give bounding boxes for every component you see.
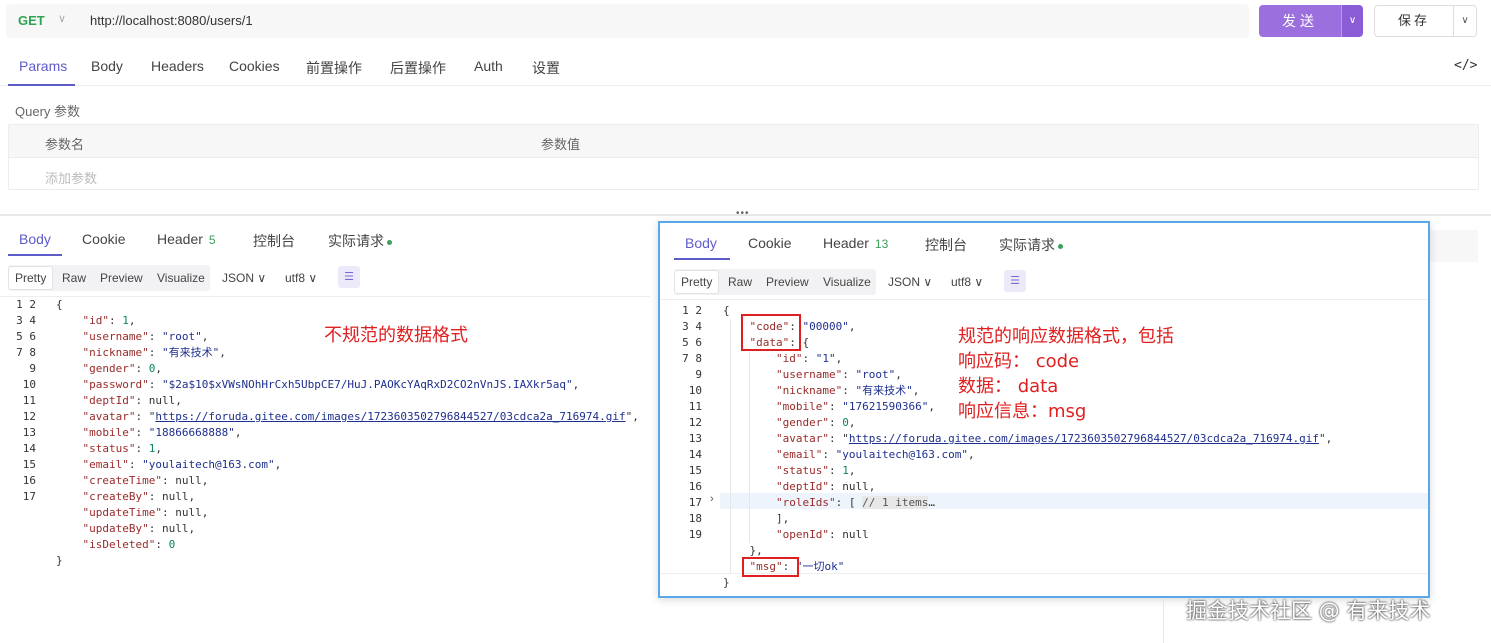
encoding-select[interactable]: utf8 ∨ — [951, 275, 983, 289]
params-table: 参数名 参数值 添加参数 — [8, 124, 1479, 190]
resp-tab-actual-label: 实际请求 — [999, 237, 1055, 253]
resp-tab-actual-label: 实际请求 — [328, 233, 384, 249]
resp-tab-cookie[interactable]: Cookie — [82, 231, 126, 247]
format-visualize[interactable]: Visualize — [157, 271, 205, 285]
encoding-select-value: utf8 — [951, 275, 972, 289]
fold-chevron-icon[interactable]: › — [710, 493, 714, 505]
params-table-header: 参数名 参数值 — [9, 125, 1478, 158]
chevron-down-icon: ∨ — [257, 271, 267, 285]
msg-highlight-box — [742, 557, 799, 577]
url-bar: GET ∨ http://localhost:8080/users/1 — [6, 4, 1249, 38]
resp-tab-header[interactable]: Header 13 — [823, 235, 888, 251]
annotation-line: 响应信息：msg — [958, 401, 1087, 422]
type-select[interactable]: JSON ∨ — [888, 275, 932, 289]
resp-tab-body[interactable]: Body — [685, 235, 717, 251]
type-select-value: JSON — [222, 271, 255, 285]
format-pretty[interactable]: Pretty — [674, 270, 720, 294]
tab-headers[interactable]: Headers — [151, 58, 204, 74]
tab-post-ops[interactable]: 后置操作 — [390, 58, 446, 78]
chevron-down-icon: ∨ — [974, 275, 984, 289]
background-panel — [1430, 230, 1478, 262]
annotation-line: 规范的响应数据格式，包括 — [958, 326, 1174, 347]
format-visualize[interactable]: Visualize — [823, 275, 871, 289]
format-raw[interactable]: Raw — [62, 271, 86, 285]
type-select[interactable]: JSON ∨ — [222, 271, 266, 285]
send-button[interactable]: 发送 — [1259, 5, 1341, 37]
format-switch: Pretty Raw Preview Visualize — [8, 265, 210, 291]
format-raw[interactable]: Raw — [728, 275, 752, 289]
annotation-standard: 规范的响应数据格式，包括 响应码： code 数据： data 响应信息：msg — [958, 324, 1174, 424]
resp-tab-console[interactable]: 控制台 — [925, 235, 967, 255]
param-name-header: 参数名 — [45, 137, 85, 152]
format-preview[interactable]: Preview — [766, 275, 809, 289]
drag-handle-icon[interactable]: ••• — [736, 208, 750, 219]
response-popup-panel: Body Cookie Header 13 控制台 实际请求 Pretty Raw… — [658, 221, 1430, 598]
divider — [1163, 598, 1164, 643]
active-tab-indicator — [8, 254, 62, 256]
active-tab-indicator — [674, 258, 730, 260]
format-pretty[interactable]: Pretty — [8, 266, 54, 290]
type-select-value: JSON — [888, 275, 921, 289]
resp-tab-actual-request[interactable]: 实际请求 — [328, 231, 392, 251]
chevron-down-icon: ∨ — [308, 271, 318, 285]
save-button[interactable]: 保存 — [1374, 5, 1454, 37]
chevron-down-icon[interactable]: ∨ — [58, 12, 66, 25]
url-input[interactable]: http://localhost:8080/users/1 — [90, 13, 253, 28]
send-options-chevron-icon[interactable]: ∨ — [1341, 5, 1363, 37]
resp-tab-actual-request[interactable]: 实际请求 — [999, 235, 1063, 255]
active-tab-indicator — [8, 84, 75, 86]
annotation-nonstandard: 不规范的数据格式 — [324, 325, 468, 346]
format-preview[interactable]: Preview — [100, 271, 143, 285]
header-count-badge: 13 — [874, 237, 889, 251]
tab-settings[interactable]: 设置 — [532, 58, 560, 78]
wrap-lines-icon[interactable]: ☰ — [338, 266, 360, 288]
annotation-line: 响应码： code — [958, 351, 1080, 372]
request-tabs: Params Body Headers Cookies 前置操作 后置操作 Au… — [0, 46, 1491, 86]
format-switch: Pretty Raw Preview Visualize — [674, 269, 876, 295]
resp-tab-header-label: Header — [823, 235, 869, 251]
resp-tab-header-label: Header — [157, 231, 203, 247]
code-icon[interactable]: </> — [1454, 58, 1477, 73]
resp-tab-console[interactable]: 控制台 — [253, 231, 295, 251]
resp-tab-cookie[interactable]: Cookie — [748, 235, 792, 251]
status-dot — [1058, 243, 1063, 249]
divider — [660, 299, 1428, 300]
tab-body[interactable]: Body — [91, 58, 123, 74]
code-data-highlight-box — [741, 314, 801, 351]
watermark: 掘金技术社区 @ 有来技术 — [1186, 599, 1431, 623]
wrap-lines-icon[interactable]: ☰ — [1004, 270, 1026, 292]
chevron-down-icon: ∨ — [923, 275, 933, 289]
query-params-label: Query 参数 — [15, 104, 81, 119]
resp-tab-header[interactable]: Header 5 — [157, 231, 216, 247]
tab-auth[interactable]: Auth — [474, 58, 503, 74]
line-numbers: 1 2 3 4 5 6 7 8 9 10 11 12 13 14 15 16 1… — [16, 298, 36, 503]
header-count-badge: 5 — [208, 233, 216, 247]
line-numbers: 1 2 3 4 5 6 7 8 9 10 11 12 13 14 15 16 1… — [682, 304, 702, 541]
save-options-chevron-icon[interactable]: ∨ — [1454, 5, 1477, 37]
annotation-line: 数据： data — [958, 376, 1059, 397]
encoding-select[interactable]: utf8 ∨ — [285, 271, 317, 285]
method-select[interactable]: GET — [18, 13, 45, 28]
status-dot — [387, 239, 392, 245]
tab-cookies[interactable]: Cookies — [229, 58, 280, 74]
encoding-select-value: utf8 — [285, 271, 306, 285]
param-value-header: 参数值 — [541, 137, 581, 152]
add-param-input[interactable]: 添加参数 — [45, 168, 97, 187]
tab-pre-ops[interactable]: 前置操作 — [306, 58, 362, 78]
resp-tab-body[interactable]: Body — [19, 231, 51, 247]
tab-params[interactable]: Params — [19, 58, 67, 74]
